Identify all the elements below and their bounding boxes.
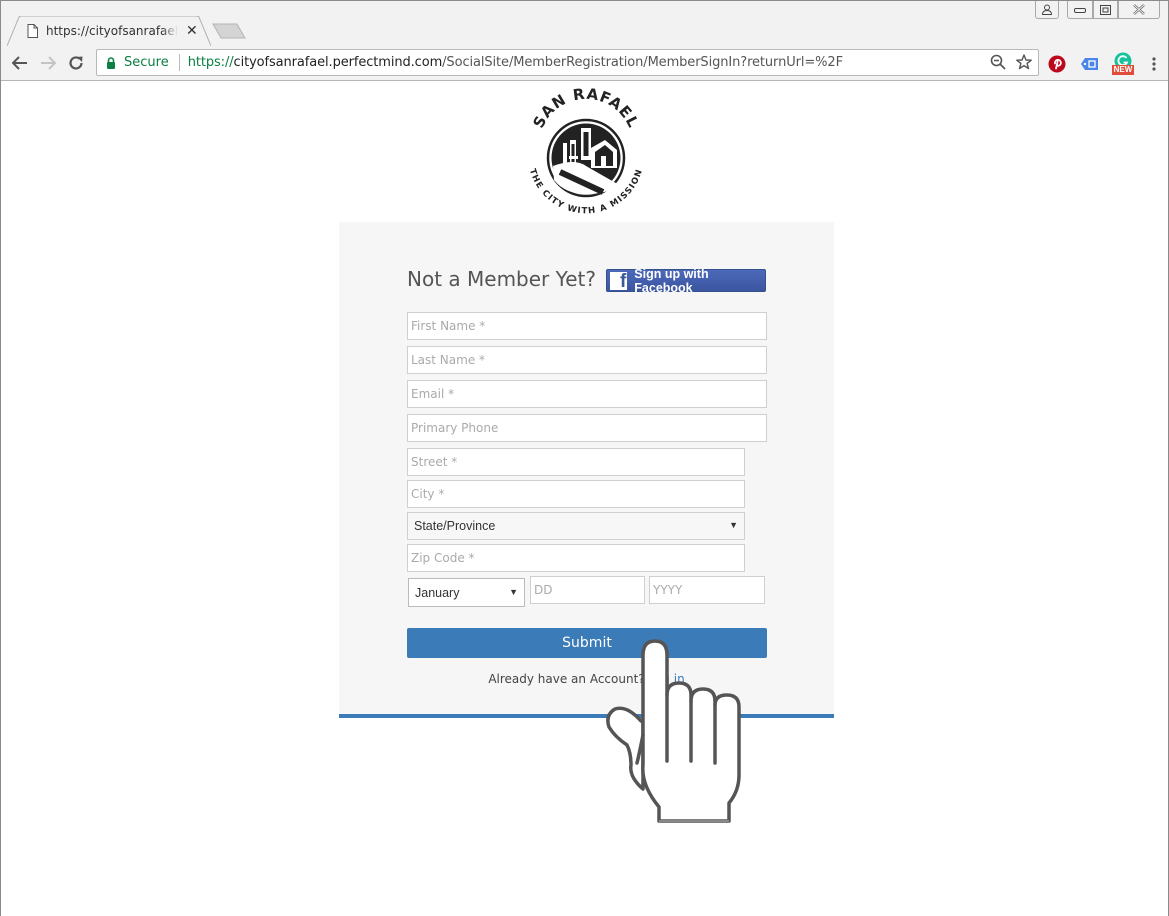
pinterest-icon[interactable] xyxy=(1048,55,1066,73)
tab-title: https://cityofsanrafael.perfectmind.com xyxy=(46,24,178,38)
maximize-icon xyxy=(1100,4,1111,15)
zip-code-input[interactable] xyxy=(407,544,745,572)
browser-toolbar: Secure https://cityofsanrafael.perfectmi… xyxy=(1,46,1168,81)
page-content: SAN RAFAEL THE CITY WITH A MISSION Not a… xyxy=(1,82,1168,916)
minimize-icon xyxy=(1074,7,1086,13)
tab-content[interactable]: https://cityofsanrafael.perfectmind.com … xyxy=(27,21,198,41)
birth-month-select[interactable]: January ▼ xyxy=(408,578,525,607)
email-input[interactable] xyxy=(407,380,767,408)
lock-icon xyxy=(107,56,115,69)
primary-phone-input[interactable] xyxy=(407,414,767,442)
new-badge: NEW xyxy=(1112,65,1134,75)
minimize-button[interactable] xyxy=(1067,1,1093,19)
chevron-down-icon: ▼ xyxy=(509,587,518,597)
star-icon[interactable] xyxy=(1016,54,1032,70)
registration-card: Not a Member Yet? f Sign up with Faceboo… xyxy=(339,222,834,718)
facebook-signup-label: Sign up with Facebook xyxy=(634,266,709,295)
tag-extension-icon[interactable] xyxy=(1080,56,1100,72)
forward-icon xyxy=(41,56,56,70)
login-prompt: Already have an Account? Log in xyxy=(339,672,834,686)
grammarly-extension[interactable]: NEW xyxy=(1112,52,1134,76)
browser-window: https://cityofsanrafael.perfectmind.com … xyxy=(0,0,1169,916)
already-have-account-text: Already have an Account? xyxy=(488,672,645,686)
reload-icon xyxy=(69,56,83,70)
state-province-value: State/Province xyxy=(414,519,496,533)
new-tab-button[interactable] xyxy=(212,23,246,39)
page-icon xyxy=(27,24,38,38)
facebook-signup-button[interactable]: f Sign up with Facebook xyxy=(606,266,766,295)
login-link[interactable]: Log in xyxy=(648,672,684,686)
last-name-input[interactable] xyxy=(407,346,767,374)
facebook-icon: f xyxy=(610,271,628,292)
secure-label: Secure xyxy=(124,55,169,70)
url-scheme: https:// xyxy=(187,55,234,70)
san-rafael-logo: SAN RAFAEL THE CITY WITH A MISSION xyxy=(527,88,644,216)
address-bar[interactable]: Secure https://cityofsanrafael.perfectmi… xyxy=(96,49,1039,76)
state-province-select[interactable]: State/Province ▼ xyxy=(407,512,745,540)
back-icon xyxy=(12,56,27,70)
reload-button[interactable] xyxy=(66,53,86,73)
city-input[interactable] xyxy=(407,480,745,508)
omnibox-actions xyxy=(990,54,1032,70)
url-path: /SocialSite/MemberRegistration/MemberSig… xyxy=(442,55,843,70)
form-title: Not a Member Yet? xyxy=(407,267,596,291)
close-icon[interactable]: ✕ xyxy=(186,23,198,39)
window-close-button[interactable] xyxy=(1118,1,1160,19)
back-button[interactable] xyxy=(10,53,30,73)
omnibox-separator xyxy=(178,54,180,71)
extensions-area: NEW xyxy=(1045,52,1157,76)
forward-button[interactable] xyxy=(38,53,58,73)
maximize-button[interactable] xyxy=(1093,1,1118,19)
url-host: cityofsanrafael.perfectmind.com xyxy=(233,55,443,70)
street-input[interactable] xyxy=(407,448,745,476)
birth-day-input[interactable] xyxy=(530,576,645,604)
window-controls xyxy=(1035,1,1160,19)
chevron-down-icon: ▼ xyxy=(729,520,738,530)
profile-icon xyxy=(1042,4,1052,15)
tab-strip: https://cityofsanrafael.perfectmind.com … xyxy=(1,1,1168,46)
first-name-input[interactable] xyxy=(407,312,767,340)
birth-month-value: January xyxy=(415,585,460,600)
profile-button[interactable] xyxy=(1035,1,1059,19)
url-text[interactable]: https://cityofsanrafael.perfectmind.com/… xyxy=(188,55,843,70)
window-close-icon xyxy=(1133,4,1145,15)
security-indicator[interactable]: Secure xyxy=(97,55,169,70)
submit-button[interactable]: Submit xyxy=(407,628,767,658)
zoom-out-icon[interactable] xyxy=(990,54,1006,70)
menu-icon[interactable] xyxy=(1151,56,1157,72)
birth-year-input[interactable] xyxy=(649,576,765,604)
